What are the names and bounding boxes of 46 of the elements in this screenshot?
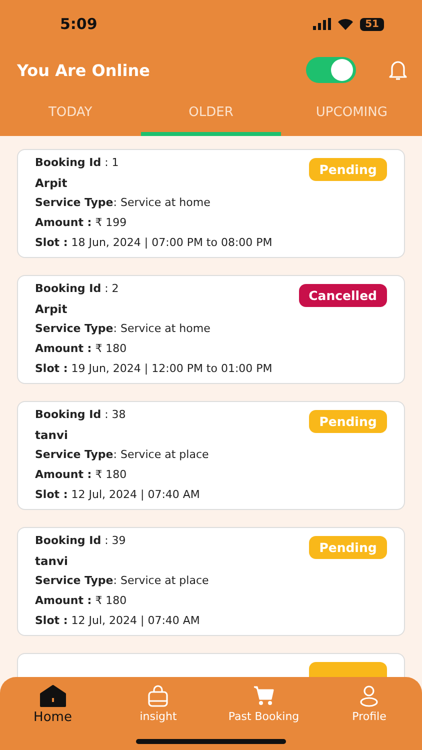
customer-name: tanvi xyxy=(35,427,68,444)
booking-id-text: Booking Id : 1 xyxy=(35,155,119,171)
customer-name: Arpit xyxy=(35,301,68,318)
amount-text: Amount : ₹ 180 xyxy=(35,341,127,357)
amount-text: Amount : ₹ 180 xyxy=(35,593,127,609)
status-badge: Pending xyxy=(309,536,387,559)
status-time: 5:09 xyxy=(60,15,98,33)
booking-card[interactable]: Booking Id : 1 Arpit Service Type: Service at home Amount : ₹ 199 Slot : 18 Jun, 2024 | 07:00 PM to 08:00 PM Pending xyxy=(17,149,405,258)
tab[interactable]: TODAY xyxy=(0,92,141,136)
status-badge: Pending xyxy=(309,158,387,181)
booking-card[interactable]: Booking Id : 38 tanvi Service Type: Service at place Amount : ₹ 180 Slot : 12 Jul, 2024 | 07:40 AM Pending xyxy=(17,401,405,510)
status-badge: Pending xyxy=(309,410,387,433)
booking-id-text: Booking Id : 38 xyxy=(35,407,126,423)
wifi-icon xyxy=(337,18,354,30)
cart-icon xyxy=(252,685,275,707)
tab[interactable]: UPCOMING xyxy=(281,92,422,136)
booking-id-text: Booking Id : 39 xyxy=(35,533,126,549)
nav-tab[interactable]: Profile xyxy=(316,677,422,750)
signal-icon xyxy=(313,18,332,30)
nav-tab[interactable]: Home xyxy=(0,677,106,750)
slot-text: Slot : 19 Jun, 2024 | 12:00 PM to 01:00 PM xyxy=(35,361,272,377)
nav-tab[interactable]: Past Booking xyxy=(211,677,316,750)
nav-tab[interactable]: insight xyxy=(106,677,211,750)
booking-card[interactable]: Booking Id : 39 tanvi Service Type: Service at place Amount : ₹ 180 Slot : 12 Jul, 2024 | 07:40 AM Pending xyxy=(17,527,405,636)
status-badge: Cancelled xyxy=(298,284,387,307)
home-icon xyxy=(40,685,66,707)
amount-text: Amount : ₹ 199 xyxy=(35,215,127,231)
tab[interactable]: OLDER xyxy=(140,92,282,136)
service-type-text: Service Type: Service at place xyxy=(35,573,209,589)
battery-indicator: 51 xyxy=(360,18,384,30)
online-toggle[interactable] xyxy=(306,57,356,83)
service-type-text: Service Type: Service at home xyxy=(35,321,210,337)
booking-card[interactable]: Booking Id : 2 Arpit Service Type: Service at home Amount : ₹ 180 Slot : 19 Jun, 2024 | 12:00 PM to 01:00 PM Cancelled xyxy=(17,275,405,384)
slot-text: Slot : 12 Jul, 2024 | 07:40 AM xyxy=(35,613,200,629)
service-type-text: Service Type: Service at home xyxy=(35,195,210,211)
slot-text: Slot : 18 Jun, 2024 | 07:00 PM to 08:00 PM xyxy=(35,235,272,251)
bag-icon xyxy=(147,685,170,707)
profile-icon xyxy=(358,685,380,707)
booking-id-text: Booking Id : 2 xyxy=(35,281,119,297)
service-type-text: Service Type: Service at place xyxy=(35,447,209,463)
customer-name: tanvi xyxy=(35,553,68,570)
slot-text: Slot : 12 Jul, 2024 | 07:40 AM xyxy=(35,487,200,503)
customer-name: Arpit xyxy=(35,175,68,192)
online-status-title: You Are Online xyxy=(17,60,151,80)
notification-bell-icon[interactable] xyxy=(388,59,408,81)
amount-text: Amount : ₹ 180 xyxy=(35,467,127,483)
